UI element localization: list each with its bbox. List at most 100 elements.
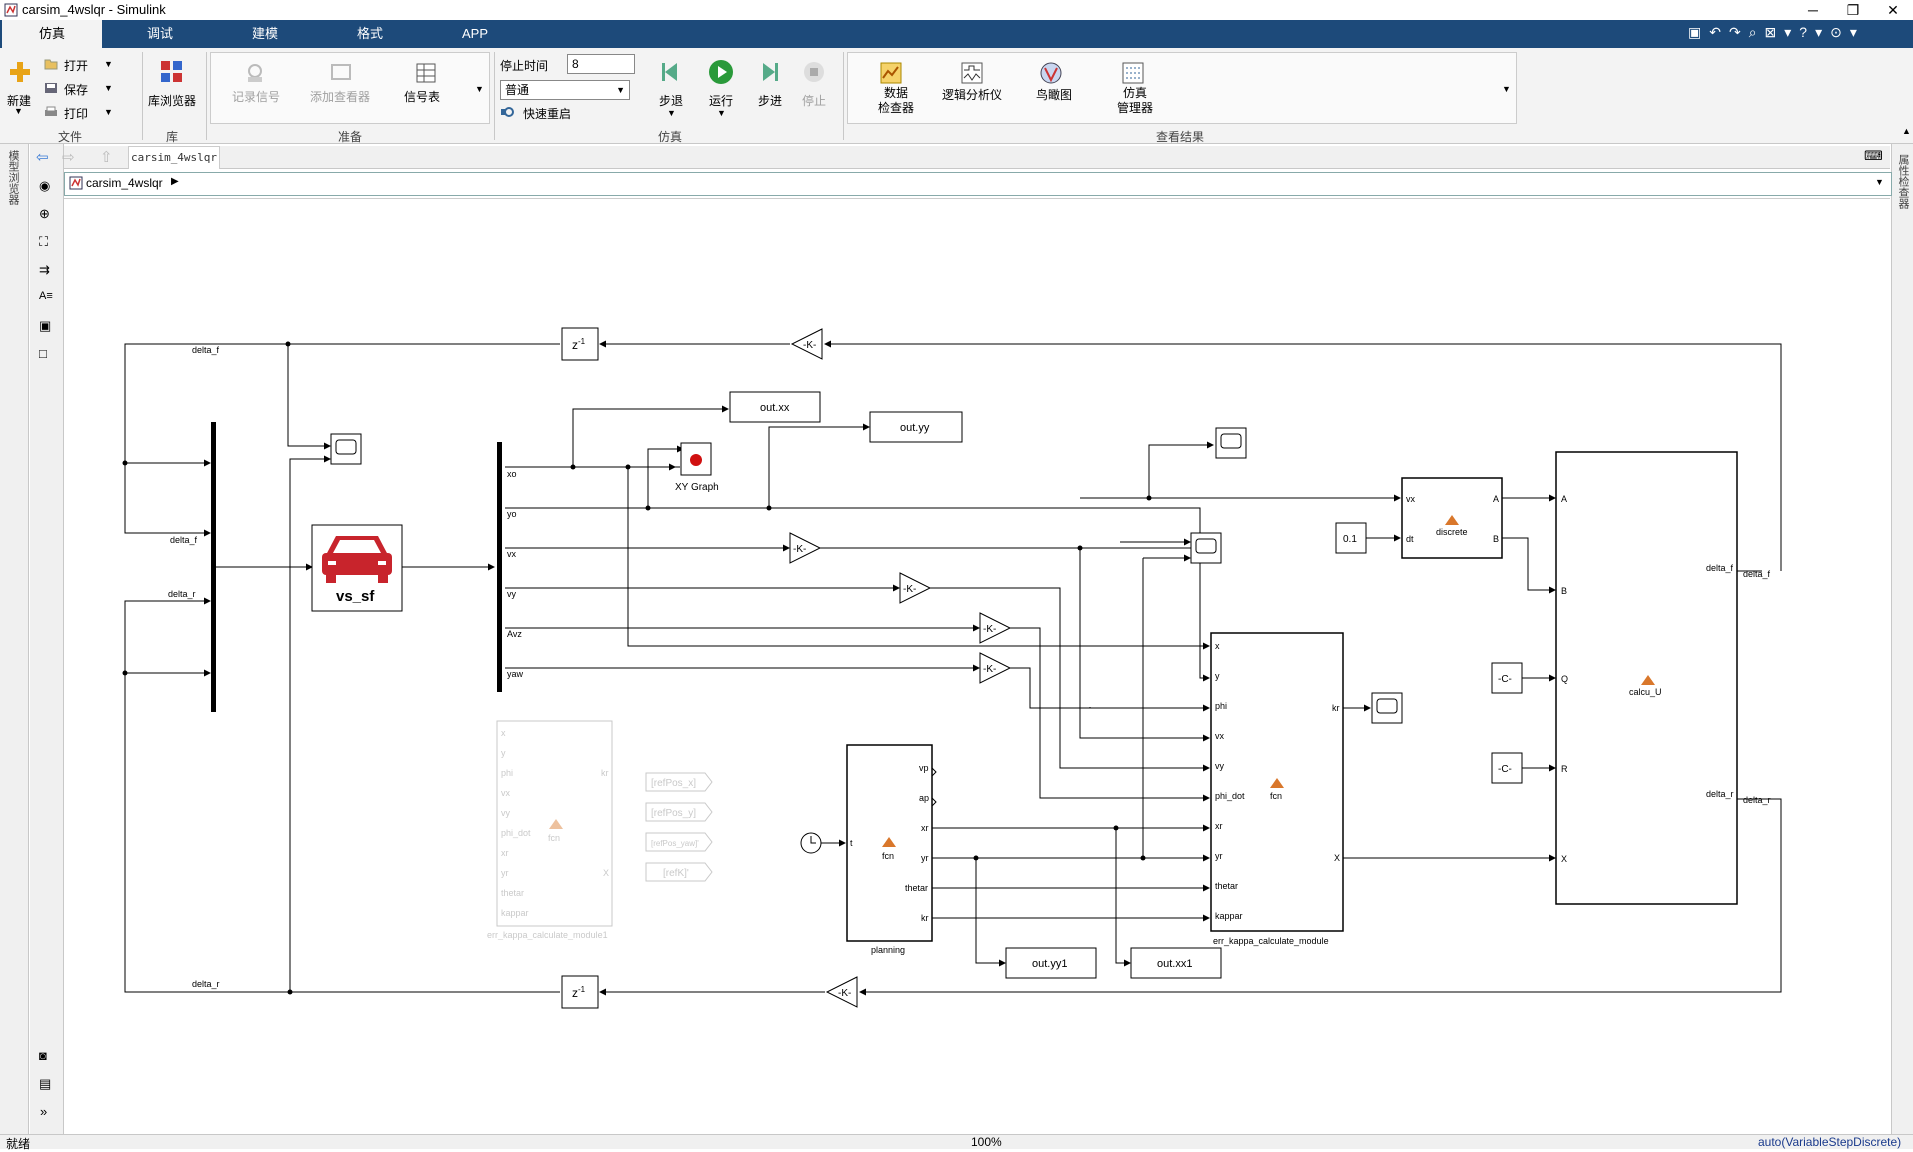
gallery-expand-icon[interactable]: ▼	[1502, 84, 1511, 94]
constant-q-block[interactable]: -C-	[1491, 662, 1523, 694]
image-icon[interactable]: ▣	[39, 318, 51, 334]
port-label: yr	[1215, 851, 1223, 861]
step-forward-icon	[763, 63, 778, 81]
goto-refpos-y[interactable]: [refPos_y]	[645, 802, 713, 822]
collapse-ribbon-icon[interactable]: ▲	[1902, 126, 1911, 136]
fit-to-view-icon[interactable]: ⛶	[39, 234, 48, 250]
solver-link[interactable]: auto(VariableStepDiscrete)	[1758, 1135, 1901, 1149]
fast-restart-toggle[interactable]: 快速重启	[523, 105, 571, 122]
err-kappa-module1-block[interactable]: x y phi vx vy phi_dot xr yr thetar kappa…	[487, 720, 613, 940]
mux-block[interactable]	[211, 422, 216, 712]
area-icon[interactable]: □	[39, 346, 47, 361]
scope-block[interactable]	[1190, 532, 1222, 564]
expand-icon[interactable]: »	[40, 1104, 47, 1119]
gain-block[interactable]: -K-	[825, 976, 858, 1008]
gain-block[interactable]: -K-	[789, 532, 822, 564]
library-browser-button[interactable]: 库浏览器	[148, 92, 196, 109]
model-browser-tab[interactable]: 模型浏览器	[5, 150, 21, 205]
tab-format[interactable]: 格式	[320, 20, 420, 48]
err-kappa-module-block[interactable]: x y phi vx vy phi_dot xr yr thetar kappa…	[1210, 632, 1344, 946]
scope-block[interactable]	[1371, 692, 1403, 724]
up-arrow-icon[interactable]: ⇧	[100, 148, 113, 166]
planning-block[interactable]: t vp ap xr yr thetar kr planning fcn	[846, 744, 933, 955]
zoom-icon[interactable]: ⊕	[39, 206, 50, 222]
goto-refpos-yaw[interactable]: [refPos_yaw]'	[645, 832, 713, 852]
tab-apps[interactable]: APP	[425, 20, 525, 48]
model-icon	[69, 176, 83, 190]
goto-refpos-x[interactable]: [refPos_x]	[645, 772, 713, 792]
quick-access-toolbar[interactable]: ▣↶↷⌕⊠▾?▾⊙▾	[1688, 24, 1898, 44]
stop-button[interactable]: 停止	[802, 92, 826, 109]
step-forward-button[interactable]: 步进	[758, 92, 782, 109]
chevron-down-icon[interactable]: ▼	[104, 107, 113, 117]
scope-block[interactable]	[330, 433, 362, 465]
annotation-icon[interactable]: A≡	[39, 290, 53, 302]
gain-block[interactable]: -K-	[979, 652, 1012, 684]
chevron-down-icon[interactable]: ▼	[1875, 177, 1884, 187]
tab-simulation[interactable]: 仿真	[2, 20, 102, 48]
signal-table-button[interactable]: 信号表	[404, 88, 440, 105]
back-arrow-icon[interactable]: ⇦	[36, 148, 49, 166]
open-button[interactable]: 打开	[64, 57, 88, 74]
print-button[interactable]: 打印	[64, 105, 88, 122]
step-back-button[interactable]: 步退	[659, 92, 683, 109]
status-bar: 就绪 100% auto(VariableStepDiscrete)	[0, 1134, 1913, 1151]
gain-block[interactable]: -K-	[790, 328, 823, 360]
log-signals-button[interactable]: 记录信号	[232, 88, 280, 105]
breadcrumb[interactable]: carsim_4wslqr	[86, 176, 163, 190]
route-lines-icon[interactable]: ⇉	[39, 262, 50, 278]
to-workspace-out-yy1[interactable]: out.yy1	[1005, 947, 1097, 979]
gain-block[interactable]: -K-	[979, 612, 1012, 644]
screenshot-icon[interactable]: ◙	[39, 1048, 47, 1063]
section-simulate: 仿真	[657, 130, 682, 144]
close-button[interactable]: ✕	[1873, 0, 1913, 20]
gain-block[interactable]: -K-	[899, 572, 932, 604]
port-label: R	[1561, 764, 1568, 774]
minimize-button[interactable]: ─	[1793, 0, 1833, 20]
run-button[interactable]: 运行	[709, 92, 733, 109]
scope-block[interactable]	[1215, 427, 1247, 459]
block-label: calcu_U	[1629, 687, 1662, 697]
explorer-bar-icon[interactable]: ▤	[39, 1076, 51, 1092]
goto-refk[interactable]: [refK]'	[645, 862, 713, 882]
chevron-down-icon[interactable]: ▼	[104, 83, 113, 93]
logic-analyzer-button[interactable]: 逻辑分析仪	[942, 86, 1002, 103]
unit-delay-bottom[interactable]: z-1	[561, 975, 599, 1009]
chevron-down-icon[interactable]: ▼	[104, 59, 113, 69]
sim-manager-button[interactable]: 仿真 管理器	[1117, 86, 1153, 116]
new-dropdown-icon[interactable]: ▼	[14, 106, 23, 116]
to-workspace-out-xx[interactable]: out.xx	[729, 391, 821, 423]
vs-sf-block[interactable]: vs_sf	[311, 524, 403, 612]
add-viewer-button[interactable]: 添加查看器	[310, 88, 370, 105]
calcu-u-block[interactable]: A B Q R X delta_f delta_r calcu_U	[1555, 451, 1738, 905]
chevron-down-icon[interactable]: ▼	[717, 108, 726, 118]
birds-eye-button[interactable]: 鸟瞰图	[1036, 86, 1072, 103]
data-inspector-button[interactable]: 数据 检查器	[878, 86, 914, 116]
constant-r-block[interactable]: -C-	[1491, 752, 1523, 784]
to-workspace-out-yy[interactable]: out.yy	[869, 411, 963, 443]
simulation-mode-select[interactable]: 普通 ▼	[500, 80, 630, 100]
demux-block[interactable]	[497, 442, 502, 692]
tab-debug[interactable]: 调试	[110, 20, 210, 48]
discrete-block[interactable]: vx dt A B discrete	[1401, 477, 1503, 559]
keyboard-icon[interactable]: ⌨	[1864, 148, 1883, 164]
to-workspace-out-xx1[interactable]: out.xx1	[1130, 947, 1222, 979]
clock-block[interactable]	[800, 832, 822, 854]
port-label: vy	[507, 589, 517, 599]
xy-graph-block[interactable]: XY Graph	[675, 442, 719, 493]
breadcrumb-chevron-icon[interactable]: ▶	[171, 176, 179, 187]
constant-dt-block[interactable]: 0.1	[1335, 522, 1367, 554]
model-tab[interactable]: carsim_4wslqr	[128, 146, 220, 169]
tab-modeling[interactable]: 建模	[215, 20, 315, 48]
property-inspector-tab[interactable]: 属性检查器	[1895, 154, 1911, 209]
maximize-button[interactable]: ❐	[1833, 0, 1873, 20]
block-label: fcn	[548, 833, 560, 843]
stop-time-input[interactable]: 8	[567, 54, 635, 74]
chevron-down-icon[interactable]: ▼	[667, 108, 676, 118]
forward-arrow-icon[interactable]: ⇨	[62, 148, 75, 166]
hide-browser-icon[interactable]: ◉	[39, 178, 50, 194]
diagram-canvas[interactable]: z-1 z-1 -K- -K- -K- -K- -K- -K- delta_f …	[64, 198, 1890, 1129]
save-button[interactable]: 保存	[64, 81, 88, 98]
gallery-expand-icon[interactable]: ▼	[475, 84, 484, 94]
unit-delay-top[interactable]: z-1	[561, 327, 599, 361]
